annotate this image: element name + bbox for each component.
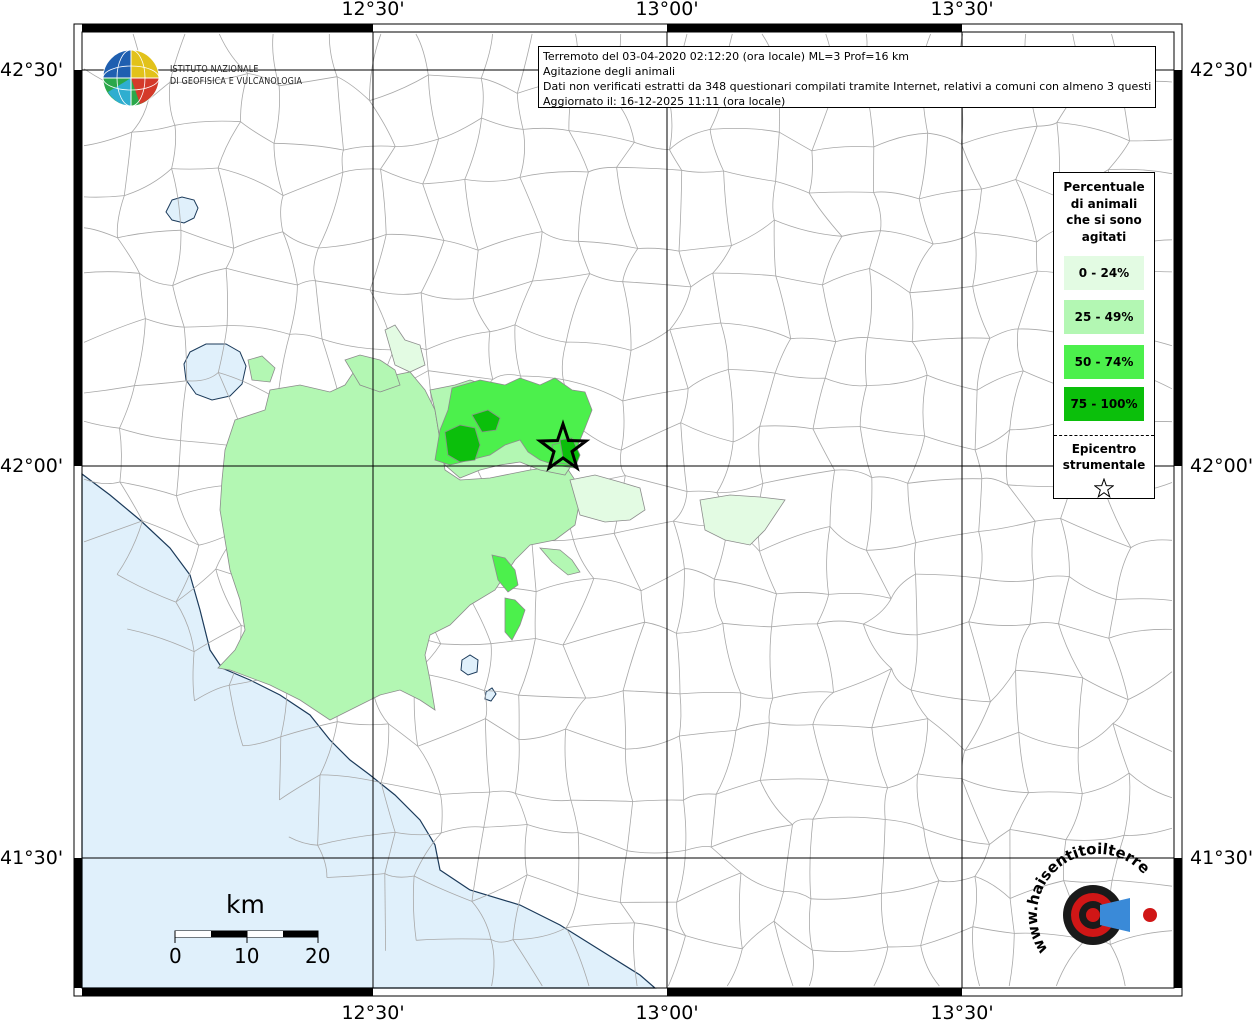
lon-tick-bottom-1: 12°30' [341, 1002, 405, 1024]
legend-title-line: che si sono [1066, 213, 1142, 227]
legend-class-2: 50 - 74% [1064, 345, 1144, 379]
scale-label-0: 0 [169, 944, 182, 968]
lat-tick-left-1: 42°30' [0, 59, 64, 81]
lat-tick-left-3: 41°30' [0, 847, 64, 869]
lat-tick-left-2: 42°00' [0, 455, 64, 477]
legend-title: Percentuale di animali che si sono agita… [1054, 179, 1154, 245]
legend-title-line: agitati [1081, 229, 1127, 244]
lon-tick-top-2: 13°00' [635, 0, 699, 20]
map-subject: Agitazione degli animali [543, 65, 676, 78]
data-source-note: Dati non verificati estratti da 348 ques… [543, 80, 1151, 93]
legend-epicenter-line: Epicentro [1071, 442, 1137, 456]
ingv-name-line2: DI GEOFISICA E VULCANOLOGIA [170, 76, 303, 87]
legend-epicenter-label: Epicentro strumentale [1054, 441, 1154, 473]
legend-title-line: di animali [1070, 196, 1138, 211]
ingv-name: ISTITUTO NAZIONALE DI GEOFISICA E VULCAN… [170, 64, 302, 88]
event-info-box: Terremoto del 03-04-2020 02:12:20 (ora l… [538, 46, 1156, 108]
area-dark-1 [444, 424, 481, 463]
legend-separator [1054, 435, 1154, 436]
lat-tick-right-1: 42°30' [1190, 59, 1254, 81]
lon-tick-bottom-3: 13°30' [930, 1002, 994, 1024]
scale-label-10: 10 [234, 944, 260, 968]
update-timestamp: Aggiornato il: 16-12-2025 11:11 (ora loc… [543, 95, 786, 108]
legend: Percentuale di animali che si sono agita… [1053, 172, 1155, 499]
legend-star-icon [1094, 478, 1114, 498]
map-canvas: www.haisentitoilterremoto.it [0, 0, 1183, 997]
lon-tick-top-3: 13°30' [930, 0, 994, 20]
legend-class-0: 0 - 24% [1064, 256, 1144, 290]
legend-title-line: Percentuale [1063, 180, 1145, 194]
scale-unit: km [226, 890, 265, 919]
event-summary: Terremoto del 03-04-2020 02:12:20 (ora l… [543, 50, 910, 63]
lon-tick-bottom-2: 13°00' [635, 1002, 699, 1024]
scale-label-20: 20 [305, 944, 331, 968]
lat-tick-right-3: 41°30' [1190, 847, 1254, 869]
ingv-name-line1: ISTITUTO NAZIONALE [170, 64, 259, 75]
ingv-logo-icon [102, 49, 160, 107]
lat-tick-right-2: 42°00' [1190, 455, 1254, 477]
legend-class-3: 75 - 100% [1064, 387, 1144, 421]
legend-epicenter-line: strumentale [1062, 458, 1146, 472]
lon-tick-top-1: 12°30' [341, 0, 405, 20]
legend-class-1: 25 - 49% [1064, 300, 1144, 334]
